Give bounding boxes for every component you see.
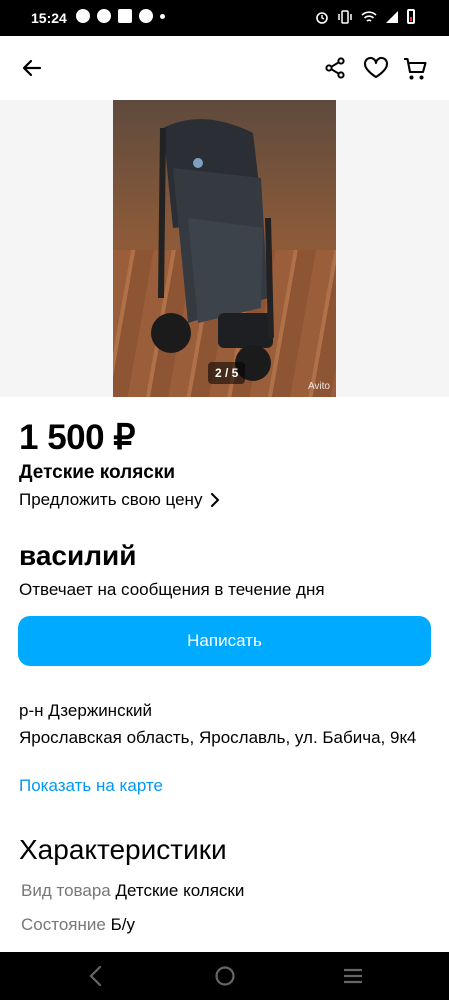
address: Ярославская область, Ярославль, ул. Баби… — [19, 728, 417, 747]
show-on-map-link[interactable]: Показать на карте — [19, 776, 163, 796]
nav-recents-icon[interactable] — [342, 964, 364, 988]
chat-icon — [97, 9, 111, 23]
spec-key: Состояние — [21, 915, 106, 934]
fighter-app-icon — [118, 9, 132, 23]
spec-key: Вид товара — [21, 881, 111, 900]
status-time: 15:24 — [31, 10, 67, 26]
characteristics-title: Характеристики — [19, 834, 227, 865]
avito-watermark: Avito — [307, 381, 330, 392]
seller-response-time: Отвечает на сообщения в течение дня — [19, 580, 325, 599]
share-icon[interactable] — [323, 56, 347, 80]
system-icons — [315, 9, 415, 24]
app-bar — [0, 36, 449, 100]
write-message-button[interactable]: Написать — [18, 616, 431, 666]
facebook-icon — [139, 9, 153, 23]
signal-icon — [386, 10, 398, 23]
photo-gallery[interactable]: 2 / 5 Avito — [0, 100, 449, 397]
system-nav-bar — [0, 952, 449, 1000]
offer-price-label: Предложить свою цену — [19, 490, 203, 509]
chevron-right-icon — [211, 493, 220, 507]
nav-home-icon[interactable] — [213, 964, 237, 988]
battery-icon — [407, 9, 415, 24]
photo-counter: 2 / 5 — [208, 362, 246, 384]
notification-icons — [76, 9, 165, 23]
listing-title: Детские коляски — [19, 462, 176, 483]
spec-value: Б/у — [110, 915, 135, 934]
listing-photo[interactable]: 2 / 5 Avito — [113, 100, 336, 397]
messenger-icon — [76, 9, 90, 23]
district: р-н Дзержинский — [19, 701, 153, 720]
vibrate-icon — [338, 9, 352, 24]
heart-icon[interactable] — [363, 56, 389, 80]
seller-name[interactable]: василий — [19, 540, 136, 572]
dot-icon — [160, 13, 165, 19]
status-bar: 15:24 — [0, 0, 449, 36]
spec-value: Детские коляски — [115, 881, 245, 900]
stroller-image — [151, 119, 274, 381]
price: 1 500 ₽ — [19, 418, 136, 457]
nav-back-icon[interactable] — [86, 964, 106, 988]
spec-row: Состояние Б/у — [21, 915, 135, 935]
spec-row: Вид товара Детские коляски — [21, 881, 244, 901]
offer-price-link[interactable]: Предложить свою цену — [19, 490, 220, 510]
back-arrow-icon[interactable] — [20, 56, 44, 80]
cart-icon[interactable] — [402, 56, 428, 82]
alarm-icon — [316, 11, 328, 24]
wifi-icon — [361, 10, 377, 22]
